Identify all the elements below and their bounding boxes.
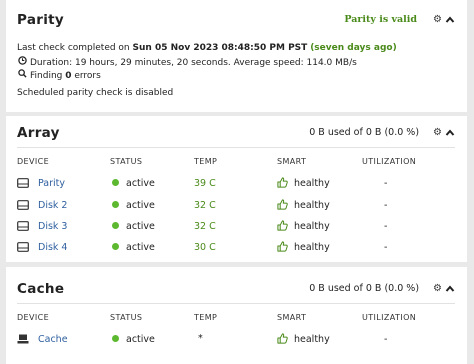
column-header-smart: SMART: [277, 157, 307, 166]
device-link[interactable]: Disk 3: [38, 221, 67, 232]
status-dot: [112, 179, 119, 186]
gear-icon[interactable]: ⚙: [433, 127, 442, 138]
column-header-utilization: UTILIZATION: [362, 313, 417, 322]
status-text: active: [126, 221, 155, 232]
parity-status: Parity is valid: [344, 14, 418, 25]
last-check-line: Last check completed on Sun 05 Nov 2023 …: [17, 43, 397, 53]
parity-panel: Parity Parity is valid ⚙ Last check comp…: [6, 0, 467, 112]
temp-value: 32 C: [194, 221, 216, 232]
status-text: active: [126, 242, 155, 253]
utilization-value: -: [384, 200, 388, 211]
search-icon: [17, 69, 28, 81]
hard-disk-icon: [17, 220, 29, 231]
status-text: active: [126, 200, 155, 211]
smart-status: healthy: [294, 334, 330, 345]
status-dot: [112, 243, 119, 250]
temp-value: 30 C: [194, 242, 216, 253]
thumbs-up-icon: [277, 241, 288, 252]
clock-icon: [17, 56, 28, 68]
column-header-status: STATUS: [110, 313, 143, 322]
gear-icon[interactable]: ⚙: [433, 14, 442, 25]
hard-disk-icon: [17, 241, 29, 252]
status-text: active: [126, 178, 155, 189]
finding-line: Finding 0 errors: [17, 69, 101, 81]
status-dot: [112, 201, 119, 208]
thumbs-up-icon: [277, 333, 288, 344]
cache-device-icon: [17, 334, 29, 343]
utilization-value: -: [384, 221, 388, 232]
temp-value: 39 C: [194, 178, 216, 189]
gear-icon[interactable]: ⚙: [433, 283, 442, 294]
hard-disk-icon: [17, 199, 29, 210]
column-header-device: DEVICE: [17, 157, 50, 166]
chevron-up-icon[interactable]: [445, 128, 455, 138]
thumbs-up-icon: [277, 177, 288, 188]
column-header-device: DEVICE: [17, 313, 50, 322]
temp-value: 32 C: [194, 200, 216, 211]
cache-usage: 0 B used of 0 B (0.0 %): [309, 283, 420, 294]
device-link[interactable]: Cache: [38, 334, 68, 345]
array-panel: Array 0 B used of 0 B (0.0 %) ⚙ DEVICE S…: [6, 116, 467, 262]
smart-status: healthy: [294, 200, 330, 211]
column-header-utilization: UTILIZATION: [362, 157, 417, 166]
parity-header: Parity Parity is valid ⚙: [17, 12, 455, 36]
divider: [17, 303, 455, 304]
status-text: active: [126, 334, 155, 345]
thumbs-up-icon: [277, 199, 288, 210]
duration-text: Duration: 19 hours, 29 minutes, 20 secon…: [30, 58, 357, 68]
status-dot: [112, 222, 119, 229]
hard-disk-icon: [17, 177, 29, 188]
temp-value: *: [198, 333, 203, 344]
smart-status: healthy: [294, 242, 330, 253]
cache-panel: Cache 0 B used of 0 B (0.0 %) ⚙ DEVICE S…: [6, 267, 467, 364]
array-usage: 0 B used of 0 B (0.0 %): [309, 127, 420, 138]
utilization-value: -: [384, 334, 388, 345]
device-link[interactable]: Parity: [38, 178, 65, 189]
last-check-ago: (seven days ago): [310, 43, 397, 53]
smart-status: healthy: [294, 221, 330, 232]
divider: [17, 147, 455, 148]
parity-title: Parity: [17, 12, 64, 28]
column-header-temp: TEMP: [194, 157, 218, 166]
cache-header: Cache 0 B used of 0 B (0.0 %) ⚙: [17, 281, 455, 305]
last-check-date: Sun 05 Nov 2023 08:48:50 PM PST: [132, 43, 308, 53]
column-header-smart: SMART: [277, 313, 307, 322]
duration-line: Duration: 19 hours, 29 minutes, 20 secon…: [17, 56, 357, 68]
smart-status: healthy: [294, 178, 330, 189]
chevron-up-icon[interactable]: [445, 15, 455, 25]
status-dot: [112, 335, 119, 342]
cache-title: Cache: [17, 281, 65, 297]
utilization-value: -: [384, 178, 388, 189]
thumbs-up-icon: [277, 220, 288, 231]
chevron-up-icon[interactable]: [445, 284, 455, 294]
array-title: Array: [17, 125, 60, 141]
device-link[interactable]: Disk 4: [38, 242, 67, 253]
column-header-temp: TEMP: [194, 313, 218, 322]
array-header: Array 0 B used of 0 B (0.0 %) ⚙: [17, 125, 455, 149]
scheduled-check-text: Scheduled parity check is disabled: [17, 88, 174, 98]
device-link[interactable]: Disk 2: [38, 200, 67, 211]
column-header-status: STATUS: [110, 157, 143, 166]
utilization-value: -: [384, 242, 388, 253]
